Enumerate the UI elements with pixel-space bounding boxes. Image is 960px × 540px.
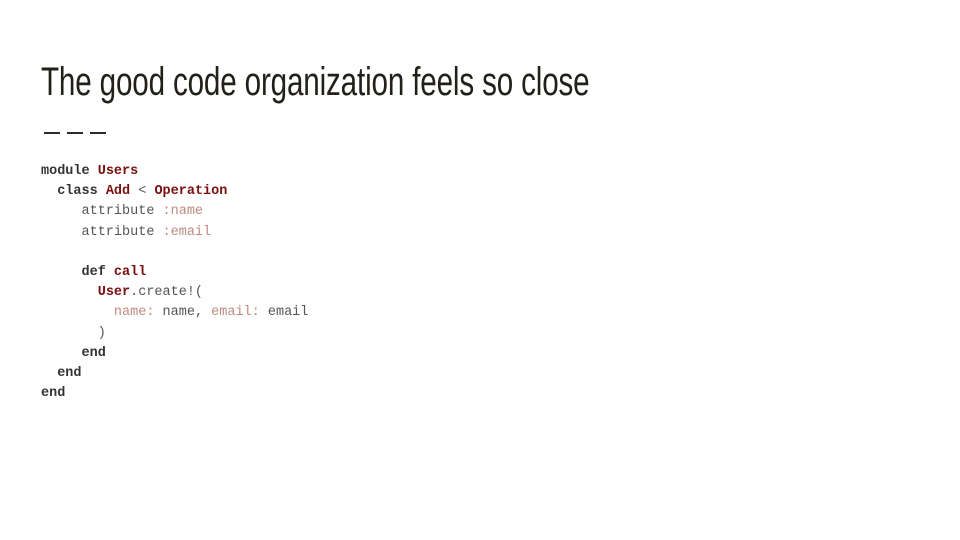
- code-token: email:: [211, 305, 260, 321]
- code-token: attribute: [41, 224, 163, 240]
- code-token: .create!(: [130, 285, 204, 301]
- code-line: end: [41, 364, 308, 384]
- code-token: :name: [162, 204, 204, 220]
- code-line: end: [41, 384, 308, 404]
- code-token: User: [97, 285, 131, 301]
- code-token: name,: [154, 305, 212, 321]
- slide-title: The good code organization feels so clos…: [41, 60, 590, 104]
- code-line: ): [41, 324, 308, 344]
- title-divider: [44, 132, 106, 134]
- code-token: end: [41, 386, 66, 402]
- code-line: attribute :email: [41, 223, 308, 243]
- code-line: class Add < Operation: [41, 182, 308, 202]
- code-block: module Users class Add < Operation attri…: [41, 162, 308, 404]
- code-token: attribute: [41, 204, 163, 220]
- code-line: name: name, email: email: [41, 303, 308, 323]
- code-token: end: [41, 345, 106, 361]
- code-line: attribute :name: [41, 202, 308, 222]
- code-line: User.create!(: [41, 283, 308, 303]
- code-token: email: [259, 305, 309, 321]
- code-token: ): [41, 325, 106, 341]
- code-token: :email: [162, 224, 212, 240]
- code-line: end: [41, 344, 308, 364]
- code-token: call: [113, 264, 147, 280]
- code-token: def: [41, 264, 114, 280]
- code-token: Add: [105, 184, 131, 200]
- code-token: name:: [113, 305, 155, 321]
- code-token: Users: [97, 164, 139, 179]
- code-token: class: [41, 184, 106, 200]
- slide: The good code organization feels so clos…: [0, 0, 960, 540]
- code-line: module Users: [41, 162, 308, 182]
- code-token: Operation: [154, 184, 228, 200]
- code-token: <: [130, 184, 155, 200]
- code-token: module: [41, 164, 98, 179]
- code-token: end: [41, 365, 82, 381]
- code-line: def call: [41, 263, 308, 283]
